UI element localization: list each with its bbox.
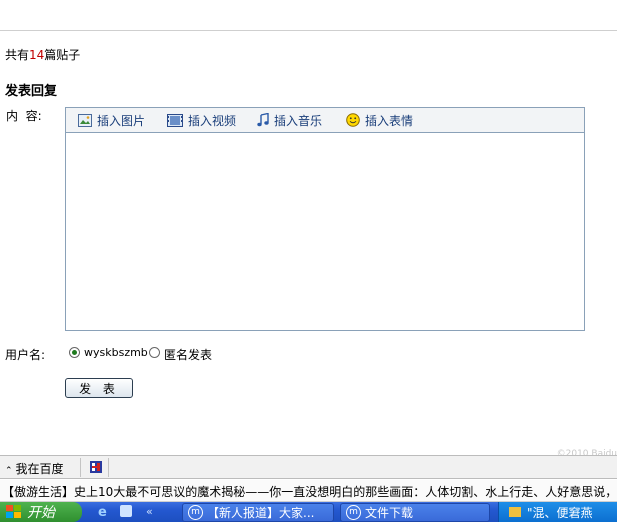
music-icon	[257, 113, 269, 127]
anonymous-label: 匿名发表	[164, 348, 213, 362]
start-button[interactable]: 开始	[0, 502, 82, 522]
radio-anonymous[interactable]	[149, 347, 160, 358]
post-count-suffix: 篇贴子	[44, 48, 81, 62]
maxthon-icon: m	[188, 505, 203, 520]
task-2-label: 文件下载	[365, 506, 414, 520]
smiley-icon	[346, 113, 360, 127]
statusbar-divider	[80, 458, 81, 477]
statusbar-item-label: 我在百度	[15, 462, 64, 476]
quicklaunch-arrow-icon[interactable]: «	[146, 505, 153, 518]
reply-content-textarea[interactable]	[66, 133, 584, 330]
submit-reply-button[interactable]: 发 表	[65, 378, 133, 398]
editor-toolbar: 插入图片 插入视频 插入音乐 插入表情	[66, 108, 584, 133]
insert-emoji-label: 插入表情	[365, 113, 414, 128]
statusbar-divider-2	[108, 458, 109, 477]
insert-emoji-button[interactable]: 插入表情	[346, 112, 413, 128]
system-tray[interactable]: "混、便窘燕	[498, 502, 617, 522]
windows-logo-icon	[6, 505, 21, 518]
insert-image-label: 插入图片	[97, 113, 146, 128]
reply-editor: 插入图片 插入视频 插入音乐 插入表情	[65, 107, 585, 331]
insert-music-button[interactable]: 插入音乐	[257, 112, 322, 128]
post-count-prefix: 共有	[5, 48, 30, 62]
task-1-label: 【新人报道】大家...	[207, 506, 315, 520]
ticker-text: 【傲游生活】史上10大最不可思议的魔术揭秘——你一直没想明白的那些画面：人体切割…	[2, 485, 617, 499]
insert-video-button[interactable]: 插入视频	[167, 112, 236, 128]
username-value: wyskbszmb	[84, 346, 148, 359]
start-label: 开始	[27, 505, 55, 521]
maxthon-icon-2: m	[346, 505, 361, 520]
tray-folder-icon	[509, 507, 521, 517]
top-divider	[0, 30, 617, 31]
ie-icon[interactable]: e	[98, 505, 107, 520]
quicklaunch-icon[interactable]	[120, 505, 132, 517]
browser-statusbar: ⌃ 我在百度	[0, 455, 617, 479]
username-label: 用户名:	[5, 348, 46, 362]
post-count: 共有14篇贴子	[5, 46, 80, 63]
statusbar-item[interactable]: ⌃ 我在百度	[5, 460, 64, 477]
taskbar-task-2[interactable]: m 文件下载	[340, 503, 490, 522]
flag-icon[interactable]	[90, 461, 102, 476]
tray-label: "混、便窘燕	[527, 505, 593, 520]
chevron-up-icon: ⌃	[5, 466, 13, 476]
content-label: 内 容:	[6, 109, 42, 123]
insert-music-label: 插入音乐	[274, 113, 323, 128]
reply-section-title: 发表回复	[5, 84, 58, 99]
news-ticker[interactable]: 【傲游生活】史上10大最不可思议的魔术揭秘——你一直没想明白的那些画面：人体切割…	[0, 480, 617, 502]
video-icon	[167, 113, 183, 127]
windows-taskbar: 开始 e « m 【新人报道】大家... m 文件下载 "混、便窘燕	[0, 502, 617, 522]
insert-video-label: 插入视频	[188, 113, 237, 128]
post-count-number: 14	[29, 48, 45, 62]
taskbar-task-1[interactable]: m 【新人报道】大家...	[182, 503, 334, 522]
insert-image-button[interactable]: 插入图片	[78, 112, 145, 128]
image-icon	[78, 113, 92, 127]
radio-username[interactable]	[69, 347, 80, 358]
